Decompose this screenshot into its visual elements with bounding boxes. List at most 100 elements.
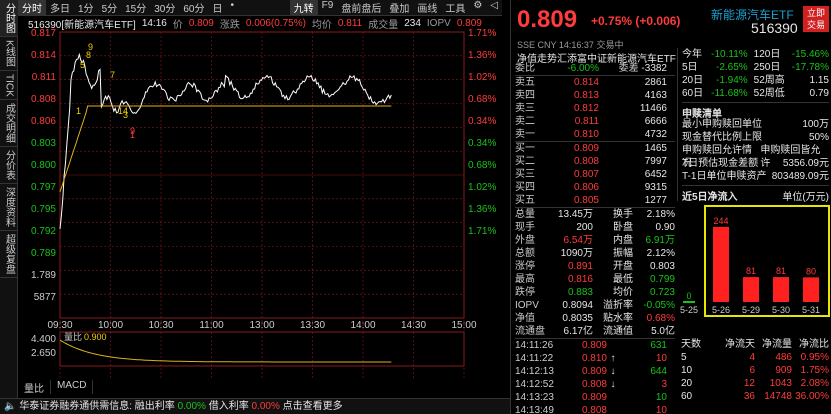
period-tab-1[interactable]: 多日 [46, 0, 74, 15]
flow-cell: 12 [743, 378, 755, 389]
stat-label: 涨停 [515, 261, 535, 272]
bids-label: 买二 [515, 156, 535, 167]
intraday-chart[interactable]: 0.817 0.814 0.811 0.808 0.806 0.803 0.800 0.797… [18, 28, 502, 380]
side-tab-3[interactable]: 成交明细 [0, 100, 18, 148]
side-tab-2[interactable]: TICK [0, 71, 18, 101]
trade-price: 0.809 [581, 366, 607, 377]
price-tick: 0.789 [31, 248, 56, 259]
tool-button-2[interactable]: 盘前盘后 [337, 0, 385, 15]
time-tick: 15:00 [451, 320, 476, 331]
side-tab-label: 分价表 [3, 150, 15, 181]
trade-price: 0.810 [581, 353, 607, 364]
exchange: SSE [517, 40, 536, 50]
trade-now-button[interactable]: 立即 交易 [803, 6, 829, 32]
flow-cell: 4 [749, 352, 755, 363]
indicator-tab-0[interactable]: 量比 [18, 380, 51, 395]
stat-label: 总额 [515, 248, 535, 259]
period-tab-5[interactable]: 30分 [150, 0, 179, 15]
commit-diff-value: -3382 [641, 63, 667, 74]
price-tick: 0.795 [31, 204, 56, 215]
flow-cell: 5 [681, 352, 687, 363]
perf-label: 120日 [753, 49, 781, 60]
stat-value: 0.816 [567, 274, 593, 285]
asks-label: 卖一 [515, 129, 535, 140]
side-tab-6[interactable]: 超级复盘 [0, 231, 18, 279]
inflow-bar [803, 277, 819, 302]
trade-row: 14:13:23 0.809 10 [515, 391, 675, 404]
price-tick: 0.792 [31, 226, 56, 237]
change-percent: +0.75% [591, 14, 633, 28]
side-tab-label: K线图 [3, 40, 15, 67]
perf-label: 60日 [682, 88, 704, 99]
tool-button-6[interactable]: ⚙ [469, 0, 486, 15]
trade-time: 14:12:13 [515, 366, 554, 377]
quote-datetime: 14:16:37 [558, 40, 594, 50]
change-value: 0.006(0.75%) [245, 17, 306, 29]
side-tab-5[interactable]: 深度资料 [0, 184, 18, 232]
price-tick: 0.814 [31, 50, 56, 61]
inflow-date-label: 5-29 [742, 305, 760, 315]
asks-price: 0.811 [574, 116, 599, 127]
last-price: 0.809 [517, 6, 578, 33]
trade-tag-1: 立即 [806, 8, 825, 18]
period-tab-6[interactable]: 60分 [179, 0, 208, 15]
period-tab-2[interactable]: 1分 [74, 0, 98, 15]
asks-label: 卖三 [515, 103, 535, 114]
period-tab-3[interactable]: 5分 [98, 0, 122, 15]
flow-header: 净流量 [762, 339, 792, 350]
side-tab-1[interactable]: K线图 [0, 37, 18, 71]
borrow-rate-label: 借入利率 [208, 401, 249, 412]
bids-label: 买四 [515, 182, 535, 193]
tool-button-0[interactable]: 九转 [289, 0, 318, 15]
price-tick: 1.789 [31, 270, 56, 281]
asks-volume: 4732 [644, 129, 667, 140]
tool-button-7[interactable]: ◁ [486, 0, 502, 15]
bids-label: 买五 [515, 195, 535, 206]
stat-row: 外盘 6.54万 内盘 6.91万 [515, 234, 675, 247]
trade-direction-icon [607, 404, 619, 414]
side-tab-4[interactable]: 分价表 [0, 147, 18, 185]
bids-price: 0.809 [573, 143, 599, 154]
asks-volume: 11466 [639, 103, 667, 114]
side-tab-bar: 分时图 K线图 TICK 成交明细分价表深度资料 超级复盘 [0, 0, 18, 414]
indicator-tab-1[interactable]: MACD [51, 380, 94, 394]
trade-volume: 10 [655, 353, 667, 364]
stat-label: 现手 [515, 222, 535, 233]
tool-button-1[interactable]: F9 [318, 0, 338, 15]
period-tab-8[interactable]: • [227, 0, 239, 15]
change-absolute: (+0.006) [635, 14, 681, 28]
period-tab-0[interactable]: 分时 [18, 0, 46, 15]
tool-button-5[interactable]: 工具 [441, 0, 469, 15]
trade-volume: 10 [655, 392, 667, 403]
bids-price: 0.806 [573, 182, 599, 193]
inflow-bar [713, 226, 729, 302]
stat-value: 0.8094 [562, 300, 593, 311]
redemption-value: 100万 [802, 119, 829, 130]
asks-row: 卖四 0.813 4163 [515, 89, 675, 102]
commit-ratio-value: -6.00% [567, 63, 599, 74]
perf-row: 60日 -11.68% 52周低 0.79 [682, 87, 829, 100]
period-tab-7[interactable]: 日 [209, 0, 227, 15]
pct-tick: 1.71% [468, 28, 496, 39]
trade-volume: 631 [650, 340, 667, 351]
signal-marker: 9 [88, 42, 93, 52]
redemption-row: 现金替代比例上限 50% [682, 131, 829, 144]
tool-button-4[interactable]: 画线 [413, 0, 441, 15]
time-tick: 09:30 [47, 320, 72, 331]
ticker-more-link[interactable]: 点击查看更多 [283, 401, 343, 412]
flow-header: 净流天 [725, 339, 755, 350]
price-tick: 0.811 [32, 72, 57, 83]
period-tab-4[interactable]: 15分 [121, 0, 150, 15]
bids-label: 买三 [515, 169, 535, 180]
perf-row: 5日 -2.65% 250日 -17.78% [682, 61, 829, 74]
inflow-bar [773, 277, 789, 302]
time-tick: 13:00 [249, 320, 274, 331]
stat-label: 内盘 [613, 235, 633, 246]
side-tab-0[interactable]: 分时图 [0, 0, 18, 37]
bids-row: 买一 0.809 1465 [515, 142, 675, 155]
stat-label: 开盘 [613, 261, 633, 272]
tool-button-3[interactable]: 叠加 [385, 0, 413, 15]
inflow-value-label: 80 [806, 266, 816, 276]
security-code: 516390 [751, 20, 798, 36]
ratio-line [59, 339, 392, 363]
